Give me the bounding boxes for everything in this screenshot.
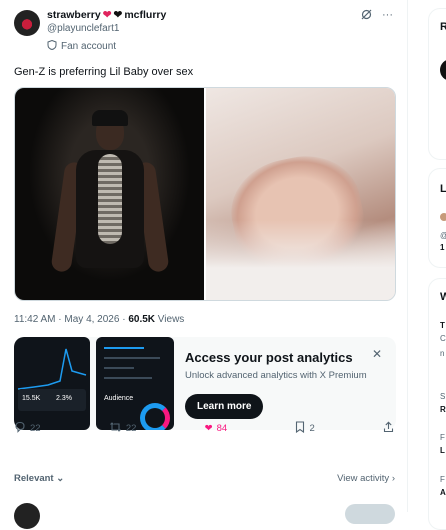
repost-button[interactable]: 22 — [109, 421, 136, 436]
promo-phone-2: Audience — [96, 337, 174, 430]
shield-icon — [47, 39, 57, 53]
sidebar-card-2: L @ 1 — [428, 168, 446, 268]
learn-more-button[interactable]: Learn more — [185, 394, 264, 419]
right-sidebar: R L @ 1 W T C n S R F L F A — [428, 0, 446, 530]
chevron-right-icon: › — [391, 473, 395, 484]
share-icon — [383, 421, 394, 436]
promo-title: Access your post analytics — [185, 350, 353, 365]
view-activity-link[interactable]: View activity › — [337, 473, 395, 484]
red-heart-icon: ❤ — [102, 9, 112, 21]
account-label: Fan account — [47, 39, 116, 53]
repost-icon — [109, 421, 122, 436]
post-media[interactable] — [14, 87, 396, 301]
black-heart-icon: ❤ — [113, 9, 123, 21]
reply-sort-dropdown[interactable]: Relevant ⌄ — [14, 473, 64, 484]
like-button[interactable]: ❤ 84 — [205, 421, 228, 436]
sidebar-card-3: W T C n S R F L F A — [428, 278, 446, 530]
sidebar-card-1: R — [428, 8, 446, 160]
reply-icon — [14, 421, 26, 436]
reply-composer-avatar — [14, 503, 40, 529]
post-meta: 11:42 AM · May 4, 2026 · 60.5K Views — [14, 314, 185, 325]
post-column: strawberry ❤ ❤ mcflurry @playunclefart1 … — [0, 0, 408, 529]
bookmark-icon — [295, 421, 305, 436]
share-button[interactable] — [383, 421, 394, 436]
post-top-icons: ··· — [361, 9, 393, 23]
chevron-down-icon: ⌄ — [56, 473, 65, 484]
promo-subtitle: Unlock advanced analytics with X Premium — [185, 370, 367, 381]
post-actions: 22 22 ❤ 84 2 — [14, 421, 394, 436]
reply-button[interactable]: 22 — [14, 421, 41, 436]
analytics-promo: 15.5K 2.3% Audience Access your post anal… — [14, 337, 396, 430]
author-handle[interactable]: @playunclefart1 — [47, 23, 119, 34]
heart-icon: ❤ — [204, 423, 213, 434]
post-image-2[interactable] — [206, 88, 395, 300]
photo-person-figure — [49, 110, 170, 300]
post-text: Gen-Z is preferring Lil Baby over sex — [14, 66, 194, 78]
promo-phone-1: 15.5K 2.3% — [14, 337, 90, 430]
reply-submit-button[interactable] — [345, 504, 395, 524]
views-count: 60.5K — [128, 314, 156, 325]
post-image-1[interactable] — [15, 88, 204, 300]
bookmark-button[interactable]: 2 — [295, 421, 315, 436]
author-name[interactable]: strawberry ❤ ❤ mcflurry — [47, 9, 166, 21]
close-icon[interactable]: ✕ — [372, 347, 382, 361]
author-avatar[interactable] — [14, 10, 40, 36]
more-options-icon[interactable]: ··· — [382, 9, 393, 23]
grok-icon[interactable] — [361, 9, 372, 23]
